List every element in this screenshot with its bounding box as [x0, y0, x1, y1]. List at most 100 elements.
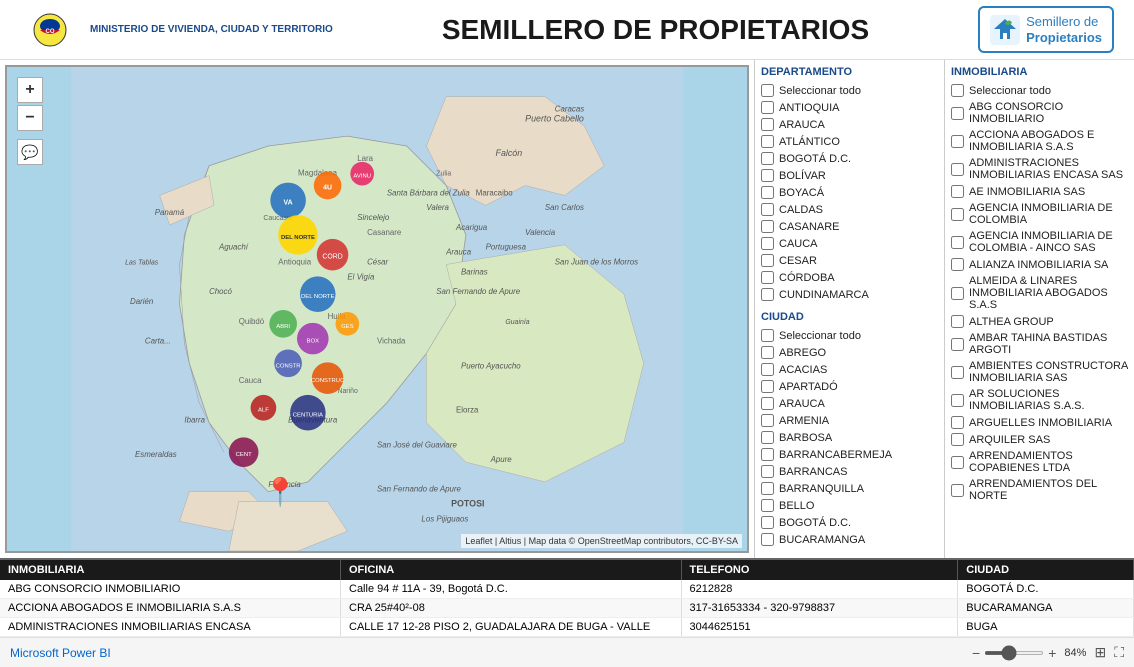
department-filter-item[interactable]: BOLÍVAR — [761, 167, 938, 184]
inmobiliaria-checkbox[interactable] — [951, 315, 964, 328]
inmobiliaria-filter-item[interactable]: AE INMOBILIARIA SAS — [951, 183, 1128, 200]
inmobiliaria-filter-item[interactable]: ABG CONSORCIO INMOBILIARIO — [951, 99, 1128, 127]
inmobiliaria-checkbox[interactable] — [951, 416, 964, 429]
inmobiliaria-filter-item[interactable]: ARRENDAMIENTOS COPABIENES LTDA — [951, 448, 1128, 476]
zoom-increase-button[interactable]: + — [1048, 645, 1056, 661]
city-filter-item[interactable]: ARAUCA — [761, 395, 938, 412]
department-checkbox[interactable] — [761, 186, 774, 199]
city-checkbox[interactable] — [761, 533, 774, 546]
zoom-in-button[interactable]: + — [17, 77, 43, 103]
inmobiliaria-filter-item[interactable]: ARQUILER SAS — [951, 431, 1128, 448]
department-filter-item[interactable]: CESAR — [761, 252, 938, 269]
inmobiliaria-checkbox[interactable] — [951, 84, 964, 97]
city-checkbox[interactable] — [761, 448, 774, 461]
city-checkbox[interactable] — [761, 431, 774, 444]
city-filter-item[interactable]: APARTADÓ — [761, 378, 938, 395]
department-checkbox[interactable] — [761, 135, 774, 148]
department-checkbox[interactable] — [761, 288, 774, 301]
zoom-out-button[interactable]: − — [17, 105, 43, 131]
department-checkbox[interactable] — [761, 254, 774, 267]
city-filter-item[interactable]: BOGOTÁ D.C. — [761, 514, 938, 531]
inmobiliaria-filter-item[interactable]: AR SOLUCIONES INMOBILIARIAS S.A.S. — [951, 386, 1128, 414]
city-checkbox[interactable] — [761, 363, 774, 376]
department-checkbox[interactable] — [761, 220, 774, 233]
svg-text:Barinas: Barinas — [461, 267, 488, 276]
city-filter-item[interactable]: BARRANCAS — [761, 463, 938, 480]
city-filter-item[interactable]: ABREGO — [761, 344, 938, 361]
inmobiliaria-filter-item[interactable]: ARGUELLES INMOBILIARIA — [951, 414, 1128, 431]
svg-text:Puerto Ayacucho: Puerto Ayacucho — [461, 361, 521, 370]
city-checkbox[interactable] — [761, 329, 774, 342]
inmobiliaria-checkbox[interactable] — [951, 135, 964, 148]
city-checkbox[interactable] — [761, 499, 774, 512]
city-filter-item[interactable]: BELLO — [761, 497, 938, 514]
table-row[interactable]: ABG CONSORCIO INMOBILIARIO Calle 94 # 11… — [0, 580, 1134, 599]
department-checkbox[interactable] — [761, 152, 774, 165]
department-checkbox[interactable] — [761, 101, 774, 114]
inmobiliaria-checkbox[interactable] — [951, 163, 964, 176]
department-filter-item[interactable]: CASANARE — [761, 218, 938, 235]
city-checkbox[interactable] — [761, 380, 774, 393]
city-filter-item[interactable]: ACACIAS — [761, 361, 938, 378]
inmobiliaria-checkbox[interactable] — [951, 338, 964, 351]
inmobiliaria-filter-item[interactable]: AGENCIA INMOBILIARIA DE COLOMBIA — [951, 200, 1128, 228]
department-filter-item[interactable]: CÓRDOBA — [761, 269, 938, 286]
inmobiliaria-checkbox[interactable] — [951, 456, 964, 469]
department-filter-item[interactable]: CUNDINAMARCA — [761, 286, 938, 303]
city-filter-item[interactable]: ARMENIA — [761, 412, 938, 429]
city-checkbox[interactable] — [761, 397, 774, 410]
department-filter-item[interactable]: Seleccionar todo — [761, 82, 938, 99]
zoom-slider[interactable] — [984, 651, 1044, 655]
department-filter-item[interactable]: CAUCA — [761, 235, 938, 252]
department-checkbox[interactable] — [761, 169, 774, 182]
inmobiliaria-checkbox[interactable] — [951, 185, 964, 198]
inmobiliaria-filter-item[interactable]: ARRENDAMIENTOS DEL NORTE — [951, 476, 1128, 502]
inmobiliaria-filter-item[interactable]: AGENCIA INMOBILIARIA DE COLOMBIA - AINCO… — [951, 228, 1128, 256]
comment-button[interactable]: 💬 — [17, 139, 43, 165]
department-checkbox[interactable] — [761, 118, 774, 131]
city-checkbox[interactable] — [761, 414, 774, 427]
inmobiliaria-filter-item[interactable]: ALMEIDA & LINARES INMOBILIARIA ABOGADOS … — [951, 273, 1128, 313]
inmobiliaria-filter-item[interactable]: ALTHEA GROUP — [951, 313, 1128, 330]
inmobiliaria-checkbox[interactable] — [951, 433, 964, 446]
department-checkbox[interactable] — [761, 271, 774, 284]
department-filter-item[interactable]: ARAUCA — [761, 116, 938, 133]
inmobiliaria-checkbox[interactable] — [951, 107, 964, 120]
inmobiliaria-filter-item[interactable]: AMBIENTES CONSTRUCTORA INMOBILIARIA SAS — [951, 358, 1128, 386]
inmobiliaria-filter-item[interactable]: ACCIONA ABOGADOS E INMOBILIARIA S.A.S — [951, 127, 1128, 155]
city-filter-item[interactable]: BARBOSA — [761, 429, 938, 446]
city-checkbox[interactable] — [761, 465, 774, 478]
inmobiliaria-filter-item[interactable]: ADMINISTRACIONES INMOBILIARIAS ENCASA SA… — [951, 155, 1128, 183]
table-row[interactable]: ADMINISTRACIONES INMOBILIARIAS ENCASA CA… — [0, 618, 1134, 637]
department-checkbox[interactable] — [761, 84, 774, 97]
department-filter-item[interactable]: ANTIOQUIA — [761, 99, 938, 116]
department-filter-item[interactable]: BOGOTÁ D.C. — [761, 150, 938, 167]
inmobiliaria-checkbox[interactable] — [951, 366, 964, 379]
fullscreen-button[interactable]: ⛶ — [1114, 644, 1124, 661]
inmobiliaria-checkbox[interactable] — [951, 394, 964, 407]
power-bi-link[interactable]: Microsoft Power BI — [10, 646, 111, 660]
city-filter-item[interactable]: BUCARAMANGA — [761, 531, 938, 548]
inmobiliaria-filter-item[interactable]: ALIANZA INMOBILIARIA SA — [951, 256, 1128, 273]
city-filter-item[interactable]: Seleccionar todo — [761, 327, 938, 344]
inmobiliaria-checkbox[interactable] — [951, 258, 964, 271]
fit-page-button[interactable]: ⊞ — [1094, 644, 1106, 661]
inmobiliaria-filter-item[interactable]: AMBAR TAHINA BASTIDAS ARGOTI — [951, 330, 1128, 358]
city-checkbox[interactable] — [761, 516, 774, 529]
department-filter-item[interactable]: ATLÁNTICO — [761, 133, 938, 150]
zoom-decrease-button[interactable]: − — [972, 645, 980, 661]
inmobiliaria-filter-item[interactable]: Seleccionar todo — [951, 82, 1128, 99]
inmobiliaria-checkbox[interactable] — [951, 287, 964, 300]
department-checkbox[interactable] — [761, 203, 774, 216]
city-filter-item[interactable]: BARRANCABERMEJA — [761, 446, 938, 463]
inmobiliaria-checkbox[interactable] — [951, 484, 964, 497]
department-filter-item[interactable]: BOYACÁ — [761, 184, 938, 201]
department-checkbox[interactable] — [761, 237, 774, 250]
city-filter-item[interactable]: BARRANQUILLA — [761, 480, 938, 497]
city-checkbox[interactable] — [761, 346, 774, 359]
department-filter-item[interactable]: CALDAS — [761, 201, 938, 218]
city-checkbox[interactable] — [761, 482, 774, 495]
inmobiliaria-checkbox[interactable] — [951, 208, 964, 221]
table-row[interactable]: ACCIONA ABOGADOS E INMOBILIARIA S.A.S CR… — [0, 599, 1134, 618]
inmobiliaria-checkbox[interactable] — [951, 236, 964, 249]
